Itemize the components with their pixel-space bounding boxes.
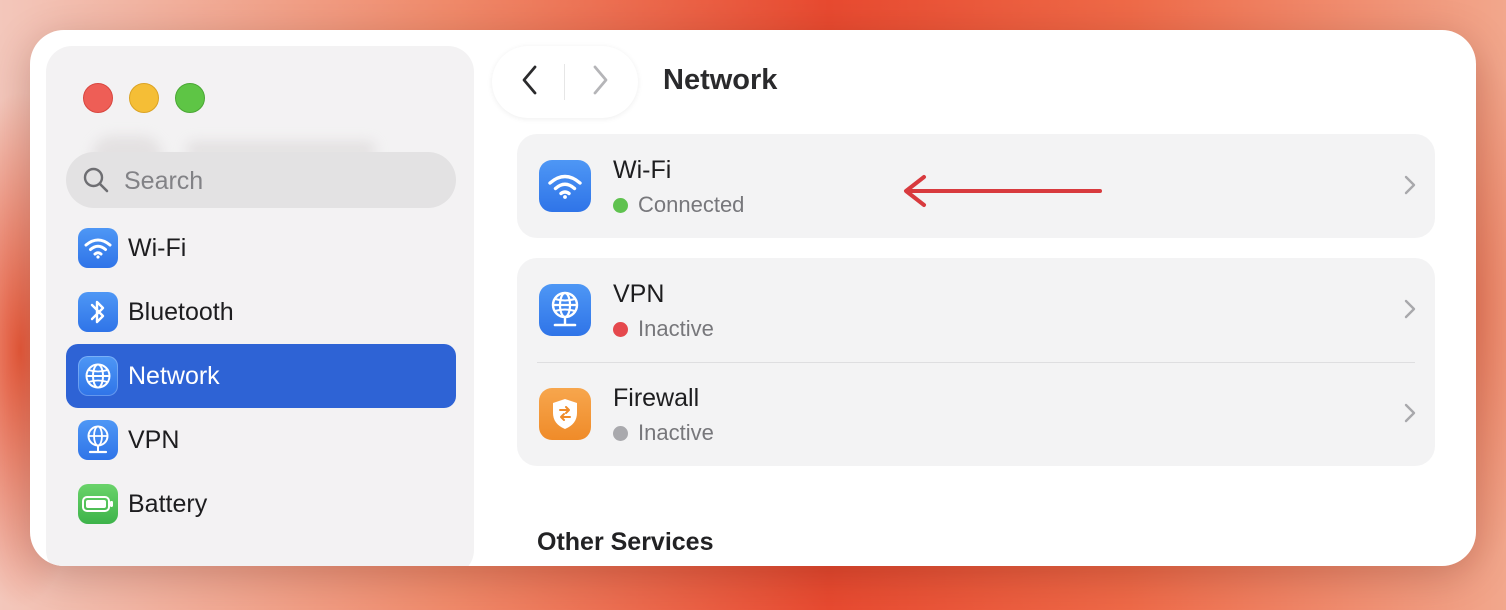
status-dot-connected bbox=[613, 197, 628, 213]
vpn-globe-icon bbox=[539, 284, 591, 336]
back-button[interactable] bbox=[512, 64, 548, 100]
globe-icon bbox=[78, 356, 118, 396]
page-title: Network bbox=[663, 64, 778, 96]
service-name: VPN bbox=[613, 280, 665, 308]
chevron-right-icon bbox=[1403, 298, 1417, 325]
service-name: Wi-Fi bbox=[613, 156, 672, 184]
vpn-globe-icon bbox=[78, 420, 118, 460]
chevron-right-icon bbox=[589, 64, 611, 101]
sidebar-item-vpn[interactable]: VPN bbox=[66, 408, 456, 472]
search-icon bbox=[82, 166, 110, 199]
service-status: Inactive bbox=[613, 420, 714, 446]
service-name: Firewall bbox=[613, 384, 700, 412]
status-dot-inactive bbox=[613, 425, 628, 441]
sidebar: Wi-Fi Bluetooth Network bbox=[46, 46, 474, 566]
status-dot-inactive bbox=[613, 321, 628, 337]
search-field[interactable] bbox=[66, 152, 456, 208]
sidebar-item-label: Battery bbox=[128, 489, 208, 518]
settings-window: Wi-Fi Bluetooth Network bbox=[30, 30, 1476, 566]
wifi-icon bbox=[539, 160, 591, 212]
wifi-icon bbox=[78, 228, 118, 268]
bluetooth-icon bbox=[78, 292, 118, 332]
sidebar-item-label: VPN bbox=[128, 425, 180, 454]
status-text: Inactive bbox=[638, 316, 714, 341]
minimize-button[interactable] bbox=[129, 83, 159, 113]
nav-separator bbox=[564, 64, 565, 100]
service-row-vpn[interactable]: VPN Inactive bbox=[517, 258, 1435, 362]
annotation-arrow bbox=[904, 175, 1102, 207]
sidebar-item-label: Wi-Fi bbox=[128, 233, 187, 262]
chevron-left-icon bbox=[519, 64, 541, 101]
section-title-other-services: Other Services bbox=[537, 528, 714, 556]
security-services-card: VPN Inactive Firewall Inactive bbox=[517, 258, 1435, 466]
navigation-pill bbox=[492, 46, 638, 118]
sidebar-item-battery[interactable]: Battery bbox=[66, 472, 456, 536]
status-text: Connected bbox=[638, 192, 745, 217]
service-row-firewall[interactable]: Firewall Inactive bbox=[517, 362, 1435, 466]
sidebar-item-network[interactable]: Network bbox=[66, 344, 456, 408]
sidebar-item-label: Bluetooth bbox=[128, 297, 234, 326]
close-button[interactable] bbox=[83, 83, 113, 113]
sidebar-item-label: Network bbox=[128, 361, 220, 390]
status-text: Inactive bbox=[638, 420, 714, 445]
sidebar-item-bluetooth[interactable]: Bluetooth bbox=[66, 280, 456, 344]
service-status: Inactive bbox=[613, 316, 714, 342]
chevron-right-icon bbox=[1403, 402, 1417, 429]
firewall-shield-icon bbox=[539, 388, 591, 440]
sidebar-item-wifi[interactable]: Wi-Fi bbox=[66, 216, 456, 280]
service-status: Connected bbox=[613, 192, 744, 218]
zoom-button[interactable] bbox=[175, 83, 205, 113]
battery-icon bbox=[78, 484, 118, 524]
search-input[interactable] bbox=[122, 162, 446, 200]
forward-button[interactable] bbox=[582, 64, 618, 100]
chevron-right-icon bbox=[1403, 174, 1417, 201]
